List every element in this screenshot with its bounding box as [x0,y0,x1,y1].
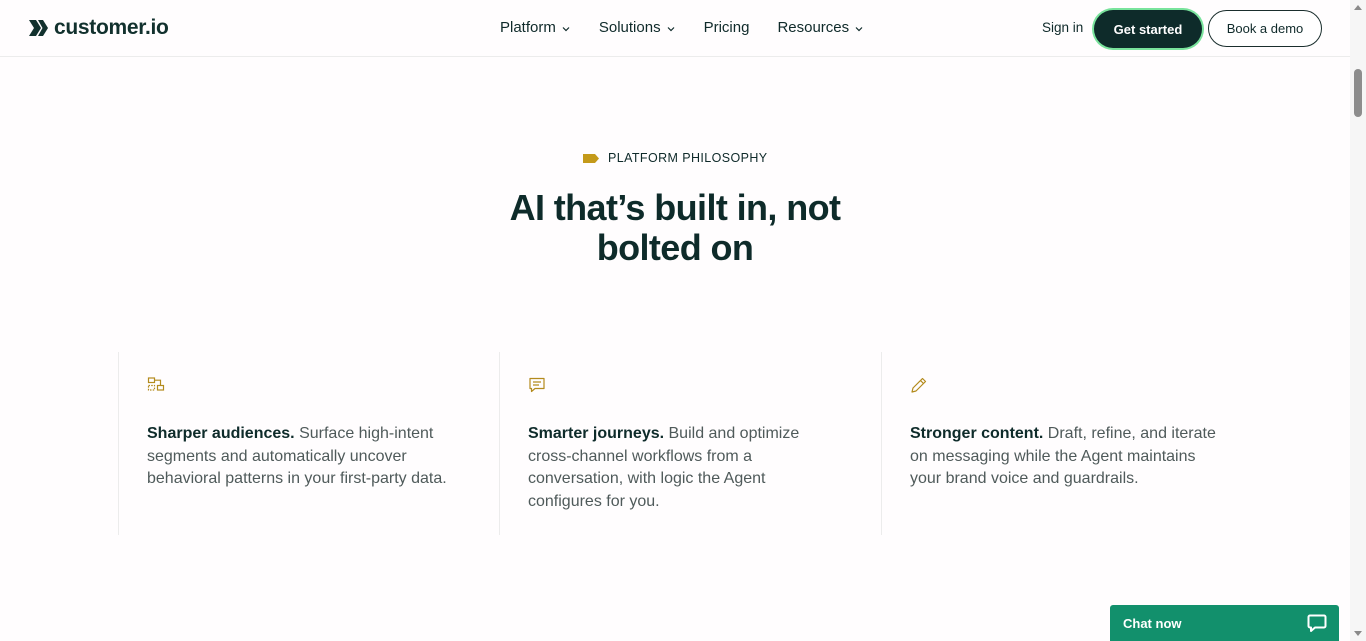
main-menu: Platform Solutions Pricing Resources [500,19,892,36]
section-headline: AI that’s built in, not bolted on [475,188,875,268]
feature-title: Smarter journeys. [528,425,665,442]
audience-segments-icon [147,377,165,391]
feature-title: Stronger content. [910,425,1044,442]
nav-item-solutions[interactable]: Solutions [599,19,676,36]
get-started-button[interactable]: Get started [1094,10,1202,48]
feature-card-audiences: Sharper audiences. Surface high-intent s… [118,352,499,535]
page-scrollbar[interactable] [1350,0,1366,641]
section-eyebrow: PLATFORM PHILOSOPHY [583,151,767,165]
nav-item-platform[interactable]: Platform [500,19,571,36]
feature-description: Smarter journeys. Build and optimize cro… [528,423,838,513]
scroll-down-arrow-icon[interactable] [1354,631,1362,636]
chevron-down-icon [855,26,863,31]
pencil-icon [911,377,927,393]
feature-card-journeys: Smarter journeys. Build and optimize cro… [499,352,881,535]
nav-item-resources[interactable]: Resources [777,19,864,36]
chevron-down-icon [667,26,675,31]
headline-line-2: bolted on [596,227,754,268]
scroll-up-arrow-icon[interactable] [1354,5,1362,10]
brand-name: customer.io [54,16,169,39]
tag-icon [583,153,599,163]
brand-logo[interactable]: customer.io [28,16,169,40]
feature-title: Sharper audiences. [147,425,295,442]
feature-description: Sharper audiences. Surface high-intent s… [147,423,457,491]
top-navigation: customer.io Platform Solutions Pricing R… [0,0,1350,57]
chevron-down-icon [562,26,570,31]
nav-item-label: Solutions [598,19,661,36]
chat-now-label: Chat now [1123,615,1182,631]
eyebrow-label: PLATFORM PHILOSOPHY [608,151,768,165]
logo-mark-icon [29,20,48,36]
chat-message-icon [529,377,545,393]
book-demo-button[interactable]: Book a demo [1208,10,1322,47]
feature-card-content: Stronger content. Draft, refine, and ite… [881,352,1261,535]
nav-item-label: Resources [777,19,850,36]
headline-line-1: AI that’s built in, not [509,187,841,228]
nav-item-label: Pricing [703,19,750,36]
scrollbar-thumb[interactable] [1354,69,1362,117]
nav-item-pricing[interactable]: Pricing [704,19,750,36]
sign-in-link[interactable]: Sign in [1042,20,1083,35]
chat-bubble-icon [1307,614,1327,632]
nav-item-label: Platform [500,19,556,36]
feature-description: Stronger content. Draft, refine, and ite… [910,423,1220,491]
chat-now-button[interactable]: Chat now [1110,605,1339,641]
